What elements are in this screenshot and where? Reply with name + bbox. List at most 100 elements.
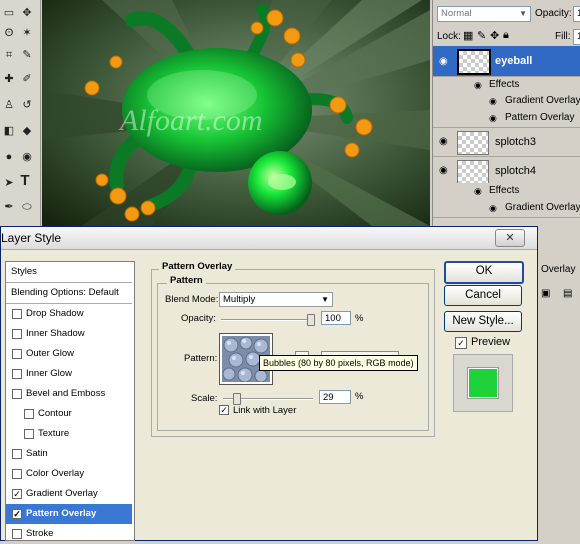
effect-row-gradient-overlay[interactable]: ◉ Gradient Overlay [433,199,580,218]
style-item-color-overlay[interactable]: Color Overlay [6,464,132,484]
lock-transparency-icon[interactable]: ▦ [463,29,473,42]
fill-label: Fill: [555,31,571,42]
pattern-tooltip: Bubbles (80 by 80 pixels, RGB mode) [259,355,418,371]
effect-name-partial: Overlay [541,264,576,275]
blending-options-item[interactable]: Blending Options: Default [6,283,132,304]
close-icon: ✕ [505,232,515,244]
ellipse-tool-icon[interactable]: ⬭ [20,200,34,214]
fill-field[interactable]: 1 [573,29,580,45]
style-checkbox[interactable] [12,329,22,339]
styles-header[interactable]: Styles [6,262,132,283]
dodge-tool-icon[interactable]: ● [2,150,16,164]
effect-name: Gradient Overlay [505,95,580,106]
blend-mode-select[interactable]: Multiply ▼ [219,292,333,307]
slice-tool-icon[interactable]: ✎ [20,48,34,62]
path-selection-icon[interactable]: ➤ [2,176,16,190]
style-item-satin[interactable]: Satin [6,444,132,464]
style-checkbox[interactable] [12,529,22,539]
layer-row-splotch4[interactable]: ◉ splotch4 [433,157,580,185]
selection-tool-icon[interactable]: ▭ [2,6,16,20]
opacity-field[interactable]: 100 [321,311,351,325]
scale-value: 29 [323,392,334,403]
style-checkbox[interactable] [12,349,22,359]
cancel-button[interactable]: Cancel [444,285,522,306]
style-checkbox[interactable] [12,309,22,319]
style-item-inner-glow[interactable]: Inner Glow [6,364,132,384]
style-item-label: Texture [38,428,70,439]
type-tool-icon[interactable]: T [18,173,32,188]
style-item-bevel-and-emboss[interactable]: Bevel and Emboss [6,384,132,404]
style-item-stroke[interactable]: Stroke [6,524,132,544]
style-item-pattern-overlay[interactable]: ✓ Pattern Overlay [6,504,132,524]
style-checkbox[interactable] [24,429,34,439]
chevron-down-icon: ▼ [519,9,527,18]
style-checkbox[interactable] [12,389,22,399]
lock-all-icon[interactable]: 🔒︎ [503,29,509,42]
new-style-button[interactable]: New Style... [444,311,522,332]
lock-paint-icon[interactable]: ✎ [477,29,486,42]
eye-visibility-icon[interactable]: ◉ [474,80,486,90]
close-button[interactable]: ✕ [495,229,525,247]
layer-blend-mode-select[interactable]: Normal ▼ [437,6,531,22]
style-item-contour[interactable]: Contour [6,404,132,424]
healing-brush-icon[interactable]: ✚ [2,72,16,86]
opacity-label: Opacity: [181,313,216,324]
ok-button[interactable]: OK [444,261,524,284]
move-tool-icon[interactable]: ✥ [20,6,34,20]
paint-bucket-icon[interactable]: ◆ [20,124,34,138]
history-brush-icon[interactable]: ↺ [20,98,34,112]
layer-row-splotch3[interactable]: ◉ splotch3 [433,128,580,157]
effects-row[interactable]: ◉ Effects [433,183,580,199]
layer-blend-mode-value: Normal [441,8,472,19]
sponge-tool-icon[interactable]: ◉ [20,150,34,164]
style-preview-swatch [468,368,498,398]
dialog-titlebar[interactable]: Layer Style ✕ [1,227,537,250]
style-checkbox[interactable]: ✓ [12,489,22,499]
new-style-button-label: New Style... [452,315,514,327]
styles-header-label: Styles [11,266,37,277]
brush-tool-icon[interactable]: ✐ [20,72,34,86]
style-item-texture[interactable]: Texture [6,424,132,444]
eye-visibility-icon[interactable]: ◉ [474,186,486,196]
styles-list: Styles Blending Options: Default Drop Sh… [5,261,135,541]
style-item-outer-glow[interactable]: Outer Glow [6,344,132,364]
style-item-drop-shadow[interactable]: Drop Shadow [6,304,132,324]
effect-row-pattern-overlay[interactable]: ◉ Pattern Overlay [433,109,580,128]
eye-visibility-icon[interactable]: ◉ [439,136,451,147]
style-checkbox[interactable] [12,469,22,479]
eye-visibility-icon[interactable]: ◉ [489,203,501,213]
magic-wand-icon[interactable]: ✶ [20,26,34,40]
document-canvas[interactable]: Alfoart.com [42,0,430,226]
style-checkbox[interactable]: ✓ [12,509,22,519]
pen-tool-icon[interactable]: ✒ [2,200,16,214]
scale-slider-knob[interactable] [233,393,241,405]
eye-visibility-icon[interactable]: ◉ [489,96,501,106]
lasso-tool-icon[interactable]: ʘ [2,26,16,40]
style-checkbox[interactable] [12,369,22,379]
scale-label: Scale: [191,393,218,404]
link-with-layer-checkbox[interactable]: ✓ [219,405,229,415]
opacity-slider[interactable] [221,319,313,321]
style-item-inner-shadow[interactable]: Inner Shadow [6,324,132,344]
eye-visibility-icon[interactable]: ◉ [489,113,501,123]
crop-tool-icon[interactable]: ⌗ [2,48,16,62]
scale-field[interactable]: 29 [319,390,351,404]
new-layer-icon[interactable]: ▣ [541,288,550,299]
style-item-label: Stroke [26,528,54,539]
eye-visibility-icon[interactable]: ◉ [439,165,451,176]
eye-visibility-icon[interactable]: ◉ [439,56,451,67]
trash-icon[interactable]: ▤ [563,288,572,299]
effects-row[interactable]: ◉ Effects [433,77,580,93]
eraser-tool-icon[interactable]: ◧ [2,124,16,138]
pattern-tooltip-text: Bubbles (80 by 80 pixels, RGB mode) [263,358,414,368]
layer-row-eyeball[interactable]: ◉ eyeball [433,46,580,77]
clone-stamp-icon[interactable]: ♙ [2,98,16,112]
opacity-slider-knob[interactable] [307,314,315,326]
style-checkbox[interactable] [12,449,22,459]
lock-position-icon[interactable]: ✥ [490,29,499,42]
preview-checkbox[interactable]: ✓ [455,337,467,349]
layer-opacity-field[interactable]: 1 [573,6,580,22]
effect-row-gradient-overlay[interactable]: ◉ Gradient Overlay [433,93,580,109]
style-checkbox[interactable] [24,409,34,419]
style-item-gradient-overlay[interactable]: ✓ Gradient Overlay [6,484,132,504]
